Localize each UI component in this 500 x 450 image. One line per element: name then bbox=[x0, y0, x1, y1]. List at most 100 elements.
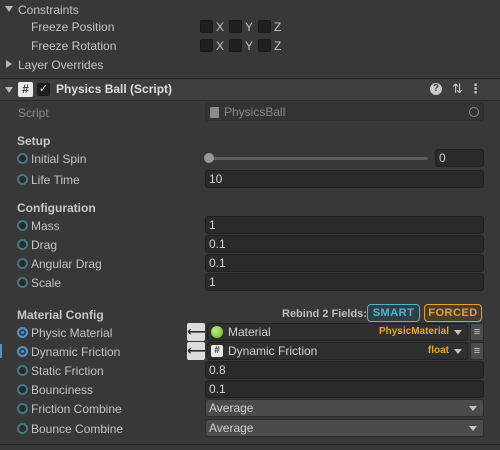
physic-material-label: Physic Material bbox=[31, 325, 113, 340]
script-icon: # bbox=[211, 345, 223, 357]
life-time-row: Life Time 10 bbox=[0, 170, 500, 189]
freeze-rotation-x-label: X bbox=[216, 38, 225, 53]
drag-field[interactable]: 0.1 bbox=[205, 235, 484, 253]
chevron-down-icon bbox=[469, 406, 477, 411]
dynamic-friction-row: Dynamic Friction ⟵ # Dynamic Friction fl… bbox=[0, 342, 500, 361]
bounce-combine-label: Bounce Combine bbox=[31, 421, 124, 436]
bounciness-row: Bounciness 0.1 bbox=[0, 380, 500, 399]
initial-spin-slider-track[interactable] bbox=[208, 157, 428, 160]
drag-label: Drag bbox=[31, 237, 58, 252]
friction-combine-dropdown[interactable]: Average bbox=[205, 399, 484, 417]
physic-material-value: Material bbox=[228, 325, 271, 339]
freeze-rotation-label: Freeze Rotation bbox=[31, 38, 117, 53]
freeze-rotation-y-label: Y bbox=[245, 38, 254, 53]
component-header[interactable]: # ✓ Physics Ball (Script) ? ⇅ ⋮ bbox=[0, 78, 500, 101]
setup-header: Setup bbox=[17, 134, 51, 148]
static-friction-field[interactable]: 0.8 bbox=[205, 361, 484, 379]
chevron-down-icon bbox=[5, 6, 13, 12]
freeze-rotation-z-label: Z bbox=[274, 38, 282, 53]
freeze-rotation-row: Freeze Rotation X Y Z bbox=[0, 36, 500, 55]
constraints-label: Constraints bbox=[18, 2, 79, 17]
mass-field[interactable]: 1 bbox=[205, 216, 484, 234]
freeze-position-z-checkbox[interactable] bbox=[258, 20, 271, 33]
list-menu-button[interactable]: ≡ bbox=[470, 342, 484, 360]
initial-spin-value-field[interactable]: 0 bbox=[435, 149, 484, 167]
freeze-rotation-z-checkbox[interactable] bbox=[258, 39, 271, 52]
freeze-rotation-y-checkbox[interactable] bbox=[229, 39, 242, 52]
freeze-rotation-x-checkbox[interactable] bbox=[200, 39, 213, 52]
bounce-combine-row: Bounce Combine Average bbox=[0, 419, 500, 438]
binding-ring-icon[interactable] bbox=[17, 174, 28, 185]
component-title: Physics Ball (Script) bbox=[56, 82, 173, 96]
drag-row: Drag 0.1 bbox=[0, 235, 500, 254]
unbind-arrow-button[interactable]: ⟵ bbox=[187, 342, 206, 360]
binding-ring-icon[interactable] bbox=[17, 277, 28, 288]
binding-ring-icon[interactable] bbox=[17, 423, 28, 434]
binding-ring-icon[interactable] bbox=[17, 220, 28, 231]
script-field[interactable]: PhysicsBall bbox=[205, 103, 484, 121]
binding-ring-icon[interactable] bbox=[17, 153, 28, 164]
layer-overrides-foldout[interactable]: Layer Overrides bbox=[0, 55, 500, 74]
dynamic-friction-label: Dynamic Friction bbox=[31, 344, 121, 359]
binding-ring-icon[interactable] bbox=[17, 258, 28, 269]
configuration-header: Configuration bbox=[17, 201, 96, 215]
scale-label: Scale bbox=[31, 275, 62, 290]
chevron-down-icon bbox=[5, 87, 13, 93]
physic-material-row: Physic Material ⟵ Material PhysicMateria… bbox=[0, 323, 500, 342]
scale-field[interactable]: 1 bbox=[205, 273, 484, 291]
script-value: PhysicsBall bbox=[224, 105, 286, 119]
binding-ring-icon[interactable] bbox=[17, 403, 28, 414]
binding-ring-icon[interactable] bbox=[17, 239, 28, 250]
script-row: Script PhysicsBall bbox=[0, 103, 500, 122]
script-icon: # bbox=[18, 82, 33, 97]
chevron-down-icon bbox=[454, 330, 462, 335]
angular-drag-field[interactable]: 0.1 bbox=[205, 254, 484, 272]
layer-overrides-label: Layer Overrides bbox=[18, 57, 104, 72]
initial-spin-label: Initial Spin bbox=[31, 151, 87, 166]
material-config-header: Material Config bbox=[17, 308, 104, 322]
enabled-checkbox[interactable]: ✓ bbox=[37, 83, 50, 96]
angular-drag-label: Angular Drag bbox=[31, 256, 102, 271]
dynamic-friction-field[interactable]: # Dynamic Friction float bbox=[207, 342, 468, 360]
question-icon[interactable]: ? bbox=[430, 83, 442, 95]
kebab-icon[interactable]: ⋮ bbox=[469, 81, 482, 97]
list-menu-button[interactable]: ≡ bbox=[470, 323, 484, 341]
static-friction-row: Static Friction 0.8 bbox=[0, 361, 500, 380]
life-time-label: Life Time bbox=[31, 172, 80, 187]
unbind-arrow-button[interactable]: ⟵ bbox=[187, 323, 206, 341]
friction-combine-value: Average bbox=[209, 401, 254, 415]
freeze-position-x-label: X bbox=[216, 19, 225, 34]
freeze-position-z-label: Z bbox=[274, 19, 282, 34]
dynamic-friction-value: Dynamic Friction bbox=[228, 344, 318, 358]
bounciness-label: Bounciness bbox=[31, 382, 94, 397]
bounce-combine-dropdown[interactable]: Average bbox=[205, 419, 484, 437]
physic-material-field[interactable]: Material PhysicMaterial bbox=[207, 323, 468, 341]
chevron-down-icon bbox=[469, 426, 477, 431]
static-friction-label: Static Friction bbox=[31, 363, 104, 378]
freeze-position-y-checkbox[interactable] bbox=[229, 20, 242, 33]
friction-combine-label: Friction Combine bbox=[31, 401, 122, 416]
bounciness-field[interactable]: 0.1 bbox=[205, 380, 484, 398]
sliders-icon[interactable]: ⇅ bbox=[452, 81, 463, 97]
initial-spin-row: Initial Spin 0 bbox=[0, 149, 500, 168]
binding-ring-icon[interactable] bbox=[17, 365, 28, 376]
bound-ring-icon[interactable] bbox=[17, 327, 28, 338]
friction-combine-row: Friction Combine Average bbox=[0, 399, 500, 418]
chevron-down-icon bbox=[454, 349, 462, 354]
scale-row: Scale 1 bbox=[0, 273, 500, 292]
rebind-label: Rebind 2 Fields: bbox=[282, 308, 367, 320]
freeze-position-row: Freeze Position X Y Z bbox=[0, 17, 500, 36]
forced-button[interactable]: FORCED bbox=[424, 304, 482, 322]
binding-ring-icon[interactable] bbox=[17, 384, 28, 395]
freeze-position-label: Freeze Position bbox=[31, 19, 115, 34]
target-icon[interactable] bbox=[469, 107, 479, 117]
freeze-position-x-checkbox[interactable] bbox=[200, 20, 213, 33]
life-time-field[interactable]: 10 bbox=[205, 170, 484, 188]
chevron-right-icon bbox=[6, 60, 12, 68]
bottom-divider bbox=[0, 444, 500, 445]
initial-spin-slider-handle[interactable] bbox=[204, 153, 214, 163]
smart-button[interactable]: SMART bbox=[367, 304, 420, 322]
bounce-combine-value: Average bbox=[209, 421, 254, 435]
bound-ring-icon[interactable] bbox=[17, 346, 28, 357]
mass-label: Mass bbox=[31, 218, 60, 233]
